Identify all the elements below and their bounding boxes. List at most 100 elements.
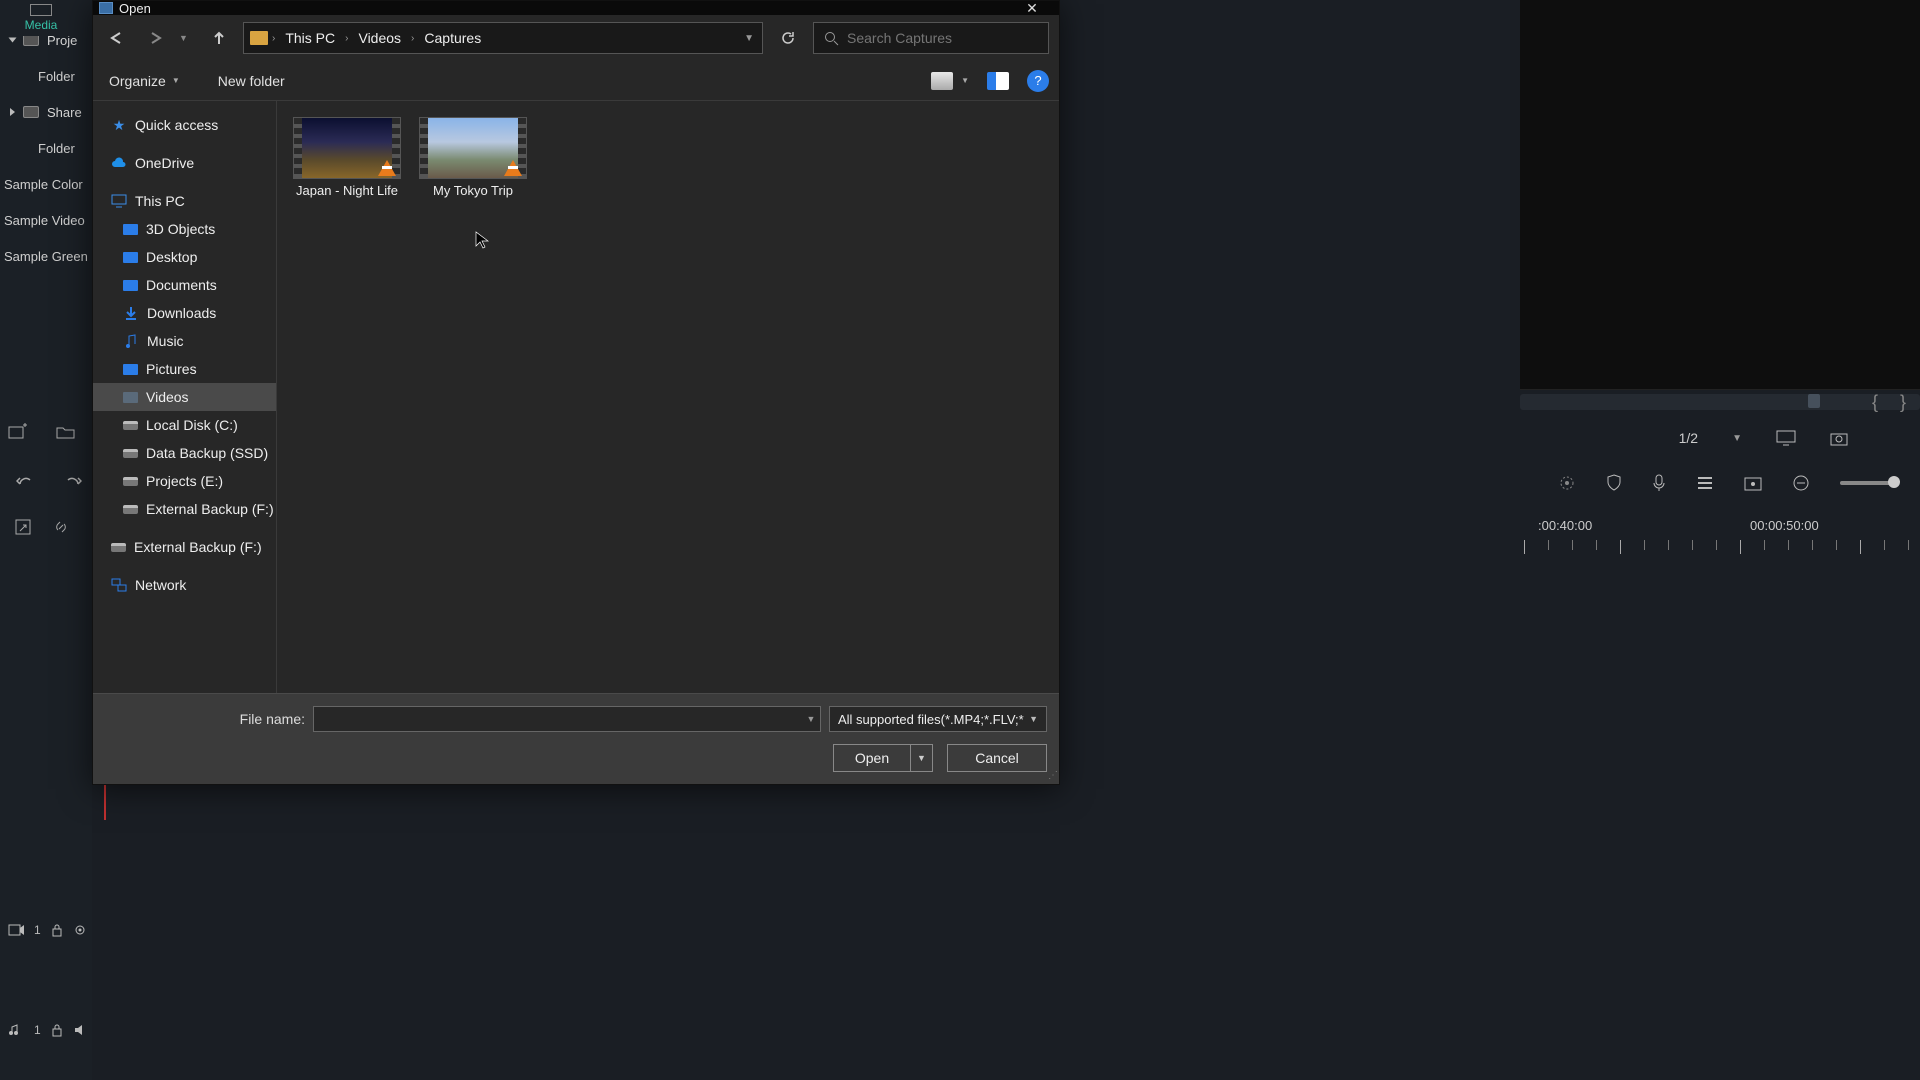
audio-track-number: 1 — [34, 1023, 41, 1037]
preview-pane-button[interactable] — [987, 72, 1009, 90]
view-mode-button[interactable]: ▼ — [931, 72, 969, 90]
filename-input[interactable] — [314, 712, 802, 727]
media-tab[interactable]: Media — [10, 0, 72, 36]
chevron-right-icon[interactable]: › — [409, 33, 416, 44]
sample-row[interactable]: Sample Video — [0, 202, 92, 238]
folder-icon — [250, 31, 268, 45]
tree-music[interactable]: Music — [93, 327, 276, 355]
tree-external-backup-f[interactable]: External Backup (F:) — [93, 495, 276, 523]
tree-documents[interactable]: Documents — [93, 271, 276, 299]
monitor-icon[interactable] — [1776, 430, 1796, 446]
refresh-button[interactable] — [773, 23, 803, 53]
file-type-filter[interactable]: All supported files(*.MP4;*.FLV;* ▼ — [829, 706, 1047, 732]
mouse-cursor — [475, 231, 489, 249]
mic-icon[interactable] — [1652, 474, 1666, 492]
tree-projects-e[interactable]: Projects (E:) — [93, 467, 276, 495]
scrub-knob[interactable] — [1808, 394, 1820, 408]
shared-row[interactable]: Share — [0, 94, 92, 130]
tree-desktop[interactable]: Desktop — [93, 243, 276, 271]
tree-label: Downloads — [147, 305, 216, 321]
drive-icon — [123, 449, 138, 458]
media-tab-label: Media — [25, 18, 58, 32]
insert-icon[interactable] — [14, 518, 32, 536]
add-folder-icon[interactable] — [56, 422, 76, 440]
chevron-down-icon: ▼ — [961, 76, 969, 85]
tree-label: Projects (E:) — [146, 473, 223, 489]
redo-icon[interactable] — [62, 476, 82, 492]
audio-track-header[interactable]: 1 — [4, 980, 92, 1080]
video-track-header[interactable]: 1 — [4, 880, 92, 980]
cancel-button[interactable]: Cancel — [947, 744, 1047, 772]
up-button[interactable] — [205, 24, 233, 52]
shield-icon[interactable] — [1606, 474, 1622, 492]
tree-local-disk-c[interactable]: Local Disk (C:) — [93, 411, 276, 439]
mute-icon[interactable] — [73, 1023, 87, 1037]
chevron-right-icon[interactable]: › — [343, 33, 350, 44]
page-indicator[interactable]: 1/2 ▼ — [1679, 430, 1848, 446]
video-track-number: 1 — [34, 923, 41, 937]
camera-icon[interactable] — [1830, 430, 1848, 446]
timeline-tracks-area[interactable] — [1520, 578, 1920, 978]
tree-videos[interactable]: Videos — [93, 383, 276, 411]
file-list[interactable]: Japan - Night Life My Tokyo Trip — [277, 101, 1059, 693]
lock-icon[interactable] — [51, 923, 63, 937]
tree-pictures[interactable]: Pictures — [93, 355, 276, 383]
tree-label: Desktop — [146, 249, 197, 265]
dialog-titlebar[interactable]: Open ✕ — [93, 1, 1059, 15]
sample-row[interactable]: Sample Green — [0, 238, 92, 274]
drive-icon — [123, 505, 138, 514]
sample-row[interactable]: Sample Color — [0, 166, 92, 202]
zoom-slider[interactable] — [1840, 481, 1896, 485]
help-button[interactable]: ? — [1027, 70, 1049, 92]
new-folder-button[interactable]: New folder — [212, 67, 291, 95]
timeline-ruler[interactable]: :00:40:00 00:00:50:00 — [1520, 516, 1920, 576]
zoom-slider-thumb[interactable] — [1888, 476, 1900, 488]
playhead-line[interactable] — [104, 780, 106, 820]
open-split-button[interactable]: ▼ — [911, 744, 933, 772]
filename-input-wrap[interactable]: ▼ — [313, 706, 821, 732]
open-button[interactable]: Open — [833, 744, 911, 772]
tree-this-pc[interactable]: This PC — [93, 187, 276, 215]
visibility-icon[interactable] — [73, 923, 87, 937]
link-icon[interactable] — [52, 518, 70, 536]
add-bin-icon[interactable] — [8, 422, 28, 440]
organize-button[interactable]: Organize ▼ — [103, 67, 186, 95]
file-item[interactable]: Japan - Night Life — [291, 115, 403, 201]
lock-icon[interactable] — [51, 1023, 63, 1037]
tree-label: Videos — [146, 389, 189, 405]
file-item[interactable]: My Tokyo Trip — [417, 115, 529, 201]
tree-data-backup-ssd[interactable]: Data Backup (SSD) — [93, 439, 276, 467]
bin-tools — [8, 422, 76, 440]
breadcrumb-videos[interactable]: Videos — [352, 26, 407, 50]
tree-external-backup-f-root[interactable]: External Backup (F:) — [93, 533, 276, 561]
tree-3d-objects[interactable]: 3D Objects — [93, 215, 276, 243]
chevron-down-icon: ▼ — [172, 76, 180, 85]
breadcrumb-captures[interactable]: Captures — [418, 26, 487, 50]
back-button[interactable] — [103, 24, 131, 52]
undo-icon[interactable] — [16, 476, 36, 492]
breadcrumb-this-pc[interactable]: This PC — [279, 26, 341, 50]
gear-dots-icon[interactable] — [1558, 474, 1576, 492]
chevron-down-icon[interactable]: ▼ — [1732, 433, 1742, 444]
this-pc-icon — [111, 194, 127, 208]
scrub-bar[interactable] — [1520, 394, 1920, 410]
close-button[interactable]: ✕ — [1011, 1, 1053, 15]
tree-downloads[interactable]: Downloads — [93, 299, 276, 327]
chevron-down-icon[interactable]: ▼ — [742, 33, 756, 44]
forward-button[interactable] — [141, 24, 169, 52]
search-box[interactable] — [813, 22, 1049, 54]
resize-grip[interactable]: ⋰ — [1048, 770, 1056, 781]
zoom-out-icon[interactable] — [1792, 474, 1810, 492]
list-menu-icon[interactable] — [1696, 475, 1714, 491]
drive-icon — [123, 421, 138, 430]
tree-network[interactable]: Network — [93, 571, 276, 599]
chevron-down-icon[interactable]: ▼ — [802, 714, 820, 724]
tree-quick-access[interactable]: ★ Quick access — [93, 111, 276, 139]
tree-onedrive[interactable]: OneDrive — [93, 149, 276, 177]
chevron-right-icon[interactable]: › — [270, 33, 277, 44]
search-input[interactable] — [847, 30, 1038, 46]
navigation-tree[interactable]: ★ Quick access OneDrive This PC 3D Objec… — [93, 101, 277, 693]
history-dropdown[interactable]: ▼ — [179, 33, 195, 43]
snapshot-icon[interactable] — [1744, 475, 1762, 491]
address-bar[interactable]: › This PC › Videos › Captures ▼ — [243, 22, 763, 54]
